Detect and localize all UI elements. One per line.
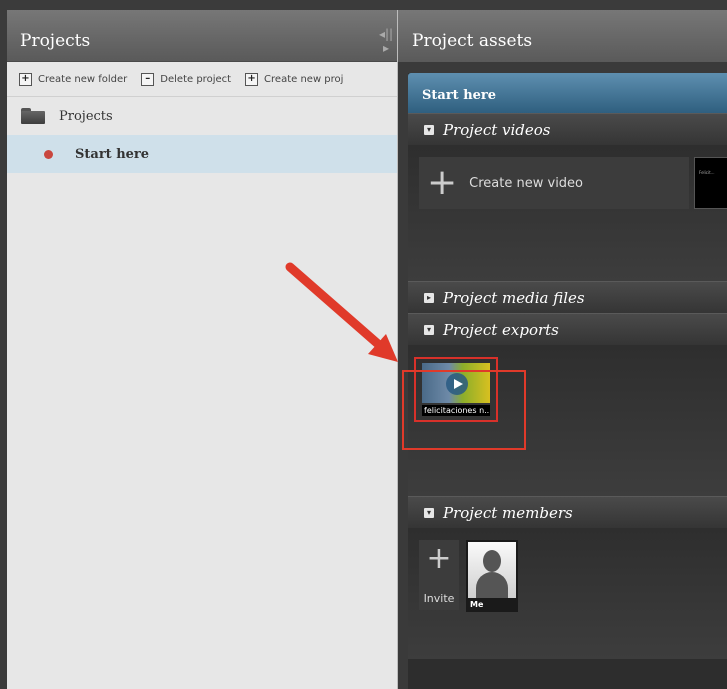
section-project-media-files[interactable]: ▸ Project media files bbox=[408, 281, 727, 313]
videos-body: + Create new video Felicit... bbox=[408, 145, 727, 281]
tree-item-label: Start here bbox=[75, 146, 150, 162]
video-thumbnail[interactable]: Felicit... bbox=[694, 157, 727, 209]
section-project-exports[interactable]: ▾ Project exports bbox=[408, 313, 727, 345]
tree-item-start-here[interactable]: Start here bbox=[7, 135, 397, 173]
avatar-head bbox=[483, 550, 501, 572]
create-new-video-label: Create new video bbox=[469, 175, 584, 191]
plus-icon: + bbox=[427, 162, 458, 203]
project-assets-panel: Project assets Start here ▾ Project vide… bbox=[398, 10, 727, 689]
create-new-video-button[interactable]: + Create new video bbox=[419, 157, 689, 209]
avatar-icon bbox=[468, 542, 516, 598]
section-title: Project exports bbox=[443, 320, 559, 339]
minus-icon: – bbox=[141, 72, 155, 86]
section-title: Project members bbox=[443, 503, 573, 522]
projects-panel: Projects + Create new folder – Delete pr… bbox=[7, 10, 398, 689]
add-icon: + bbox=[19, 72, 32, 86]
section-project-videos[interactable]: ▾ Project videos bbox=[408, 113, 727, 145]
assets-project-title: Start here bbox=[408, 73, 727, 113]
members-body: + Invite Me bbox=[408, 528, 727, 659]
section-project-members[interactable]: ▾ Project members bbox=[408, 496, 727, 528]
member-card[interactable]: Me bbox=[466, 540, 518, 612]
chevron-down-icon: ▾ bbox=[424, 124, 434, 135]
create-folder-button[interactable]: + Create new folder bbox=[19, 72, 128, 86]
projects-panel-title: Projects bbox=[7, 10, 397, 62]
create-project-button[interactable]: + Create new proj bbox=[245, 72, 344, 86]
member-name: Me bbox=[470, 600, 484, 609]
delete-project-button[interactable]: – Delete project bbox=[141, 72, 232, 86]
chevron-right-icon: ▸ bbox=[424, 292, 434, 303]
status-dot-icon bbox=[44, 149, 53, 159]
tree-item-label: Projects bbox=[59, 108, 113, 124]
chevron-down-icon: ▾ bbox=[424, 507, 434, 518]
invite-member-button[interactable]: + Invite bbox=[419, 540, 459, 610]
add-icon: + bbox=[245, 72, 259, 86]
section-title: Project videos bbox=[443, 120, 551, 139]
project-assets-title: Project assets bbox=[398, 10, 727, 62]
panel-splitter-handle[interactable]: ◂||▸ bbox=[376, 27, 396, 55]
avatar-body bbox=[476, 572, 508, 598]
invite-label: Invite bbox=[423, 592, 455, 605]
create-folder-label: Create new folder bbox=[38, 73, 128, 85]
annotation-highlight-box bbox=[402, 370, 526, 450]
projects-toolbar: + Create new folder – Delete project + C… bbox=[7, 62, 397, 97]
chevron-down-icon: ▾ bbox=[424, 324, 434, 335]
folder-icon bbox=[21, 108, 45, 124]
create-project-label: Create new proj bbox=[264, 73, 344, 85]
delete-project-label: Delete project bbox=[160, 73, 232, 85]
section-title: Project media files bbox=[443, 288, 585, 307]
tree-item-projects-root[interactable]: Projects bbox=[7, 97, 397, 135]
plus-icon: + bbox=[426, 541, 452, 576]
